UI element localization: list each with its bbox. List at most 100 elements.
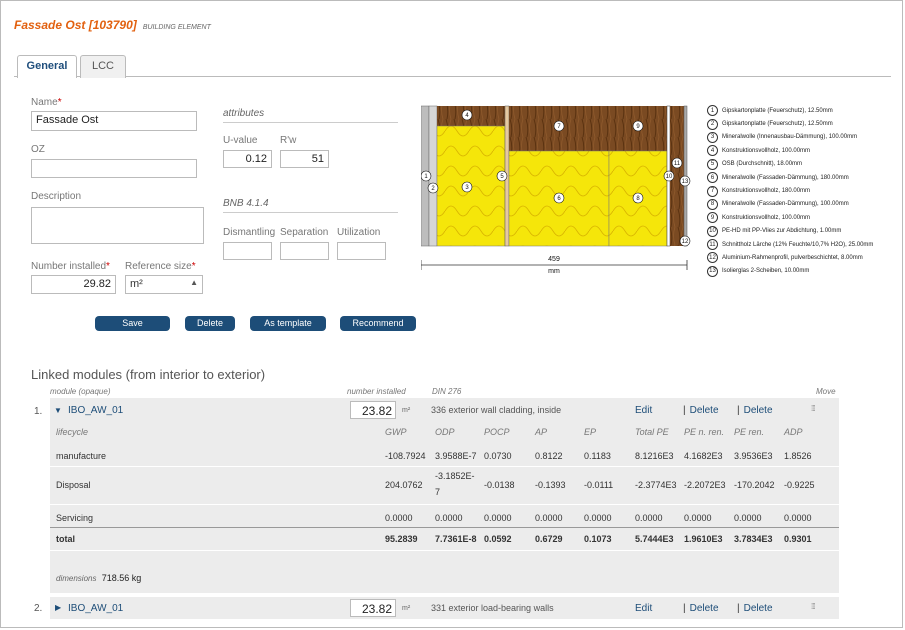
svg-text:13: 13 bbox=[682, 179, 689, 185]
gwp-header: GWP bbox=[385, 427, 407, 437]
legend-item: 4 Konstruktionsvollholz, 100.00mm bbox=[707, 144, 905, 157]
dimensions-value: 718.56 kg bbox=[101, 573, 142, 583]
row-divider bbox=[50, 527, 839, 528]
number-installed-field[interactable]: 29.82 bbox=[31, 275, 116, 294]
legend-item: 8 Mineralwolle (Fassaden-Dämmung), 100.00… bbox=[707, 198, 905, 211]
cell: 0.0000 bbox=[484, 513, 512, 523]
drag-handle-icon[interactable]: ⁞⁞⁞ bbox=[811, 404, 816, 413]
legend-item: 3 Mineralwolle (Innenausbau-Dämmung), 100… bbox=[707, 131, 905, 144]
legend-item: 7 Konstruktionsvollholz, 180.00mm bbox=[707, 184, 905, 197]
reference-size-select[interactable]: m² ▲ bbox=[125, 275, 203, 294]
cell: 3.9588E-7 bbox=[435, 451, 477, 461]
pe-nren-header: PE n. ren. bbox=[684, 427, 725, 437]
separation-field[interactable] bbox=[280, 242, 329, 260]
attributes-heading: attributes bbox=[223, 108, 265, 119]
bnb-heading: BNB 4.1.4 bbox=[223, 198, 269, 209]
tab-general[interactable]: General bbox=[17, 55, 77, 78]
oz-field[interactable] bbox=[31, 159, 197, 178]
cell: -0.0111 bbox=[584, 480, 614, 490]
module-din: 336 exterior wall cladding, inside bbox=[431, 405, 562, 415]
cell: -0.1393 bbox=[535, 480, 566, 490]
u-value-field[interactable]: 0.12 bbox=[223, 150, 272, 168]
cell-wrap: 7 bbox=[435, 487, 441, 497]
rw-field[interactable]: 51 bbox=[280, 150, 329, 168]
number-installed-label: Number installed* bbox=[31, 261, 110, 272]
cell: -108.7924 bbox=[385, 451, 426, 461]
delete-link-label: Delete bbox=[743, 603, 773, 614]
delete-link-label: Delete bbox=[689, 603, 719, 614]
column-module-header: module (opaque) bbox=[50, 387, 111, 396]
utilization-field[interactable] bbox=[337, 242, 386, 260]
column-number-header: number installed bbox=[347, 387, 406, 396]
oz-label: OZ bbox=[31, 144, 45, 155]
expand-triangle-icon[interactable]: ▶ bbox=[55, 603, 61, 612]
edit-link[interactable]: Edit bbox=[635, 603, 652, 614]
collapse-triangle-icon[interactable]: ▼ bbox=[54, 406, 62, 415]
module-quantity-input[interactable]: 23.82 bbox=[350, 599, 396, 617]
cell: 3.7834E3 bbox=[734, 534, 773, 544]
legend-text: Mineralwolle (Innenausbau-Dämmung), 100.… bbox=[722, 134, 858, 141]
delete-link[interactable]: | Delete bbox=[683, 405, 719, 416]
row-divider bbox=[50, 466, 839, 467]
module-index: 1. bbox=[34, 406, 43, 417]
svg-text:10: 10 bbox=[666, 174, 673, 180]
delete-link[interactable]: | Delete bbox=[683, 603, 719, 614]
ap-header: AP bbox=[535, 427, 548, 437]
module-unit: m² bbox=[402, 407, 411, 414]
legend-text: Isolierglas 2-Scheiben, 10.00mm bbox=[722, 268, 810, 275]
lifecycle-header: lifecycle bbox=[56, 427, 89, 437]
separator: | bbox=[737, 603, 740, 614]
cell: 0.0000 bbox=[734, 513, 762, 523]
select-arrows-icon: ▲ bbox=[190, 278, 198, 287]
cell: 0.0000 bbox=[535, 513, 563, 523]
separator: | bbox=[683, 405, 686, 416]
module-quantity-input[interactable]: 23.82 bbox=[350, 401, 396, 419]
dismantling-label: Dismantling bbox=[223, 227, 276, 238]
cell: 0.0000 bbox=[635, 513, 663, 523]
cell: 0.9301 bbox=[784, 534, 812, 544]
legend-text: OSB (Durchschnitt), 18.00mm bbox=[722, 161, 803, 168]
edit-link[interactable]: Edit bbox=[635, 405, 652, 416]
description-field[interactable] bbox=[31, 207, 204, 244]
legend-number: 12 bbox=[707, 252, 718, 264]
row-label: Disposal bbox=[56, 480, 91, 490]
delete-button[interactable]: Delete bbox=[185, 316, 235, 331]
delete-link[interactable]: | Delete bbox=[737, 405, 773, 416]
row-divider bbox=[50, 550, 839, 551]
dismantling-field[interactable] bbox=[223, 242, 272, 260]
as-template-button[interactable]: As template bbox=[250, 316, 326, 331]
element-type-label: BUILDING ELEMENT bbox=[142, 24, 211, 31]
legend-number: 9 bbox=[707, 212, 718, 224]
adp-header: ADP bbox=[784, 427, 803, 437]
legend-number: 3 bbox=[707, 131, 718, 143]
cell: 0.1073 bbox=[584, 534, 612, 544]
drag-handle-icon[interactable]: ⁞⁞⁞ bbox=[811, 602, 816, 611]
recommend-button[interactable]: Recommend bbox=[340, 316, 416, 331]
row-label: manufacture bbox=[56, 451, 107, 461]
cell: 0.0000 bbox=[584, 513, 612, 523]
column-din-header: DIN 276 bbox=[432, 387, 462, 396]
cell: 3.9536E3 bbox=[734, 451, 773, 461]
name-field[interactable]: Fassade Ost bbox=[31, 111, 197, 131]
cell: 0.0000 bbox=[435, 513, 463, 523]
legend-item: 12 Aluminium-Rahmenprofil, pulverbeschich… bbox=[707, 251, 905, 264]
module-name-link[interactable]: IBO_AW_01 bbox=[68, 405, 123, 416]
legend-number: 1 bbox=[707, 105, 718, 117]
cell: 5.7444E3 bbox=[635, 534, 674, 544]
utilization-label: Utilization bbox=[337, 227, 381, 238]
legend-item: 13 Isolierglas 2-Scheiben, 10.00mm bbox=[707, 265, 905, 278]
save-button[interactable]: Save bbox=[95, 316, 170, 331]
legend-text: PE-HD mit PP-Vlies zur Abdichtung, 1.00m… bbox=[722, 228, 842, 235]
element-title: Fassade Ost [103790] bbox=[14, 18, 137, 32]
legend-item: 10 PE-HD mit PP-Vlies zur Abdichtung, 1.0… bbox=[707, 225, 905, 238]
reference-size-value: m² bbox=[130, 278, 143, 290]
cell: 0.0730 bbox=[484, 451, 512, 461]
cell: 1.9610E3 bbox=[684, 534, 723, 544]
dimensions: dimensions 718.56 kg bbox=[56, 573, 141, 583]
module-name-link[interactable]: IBO_AW_01 bbox=[68, 603, 123, 614]
legend-number: 6 bbox=[707, 172, 718, 184]
delete-link[interactable]: | Delete bbox=[737, 603, 773, 614]
row-label: total bbox=[56, 534, 75, 544]
tab-lcc[interactable]: LCC bbox=[80, 55, 126, 78]
cell: -2.3774E3 bbox=[635, 480, 677, 490]
